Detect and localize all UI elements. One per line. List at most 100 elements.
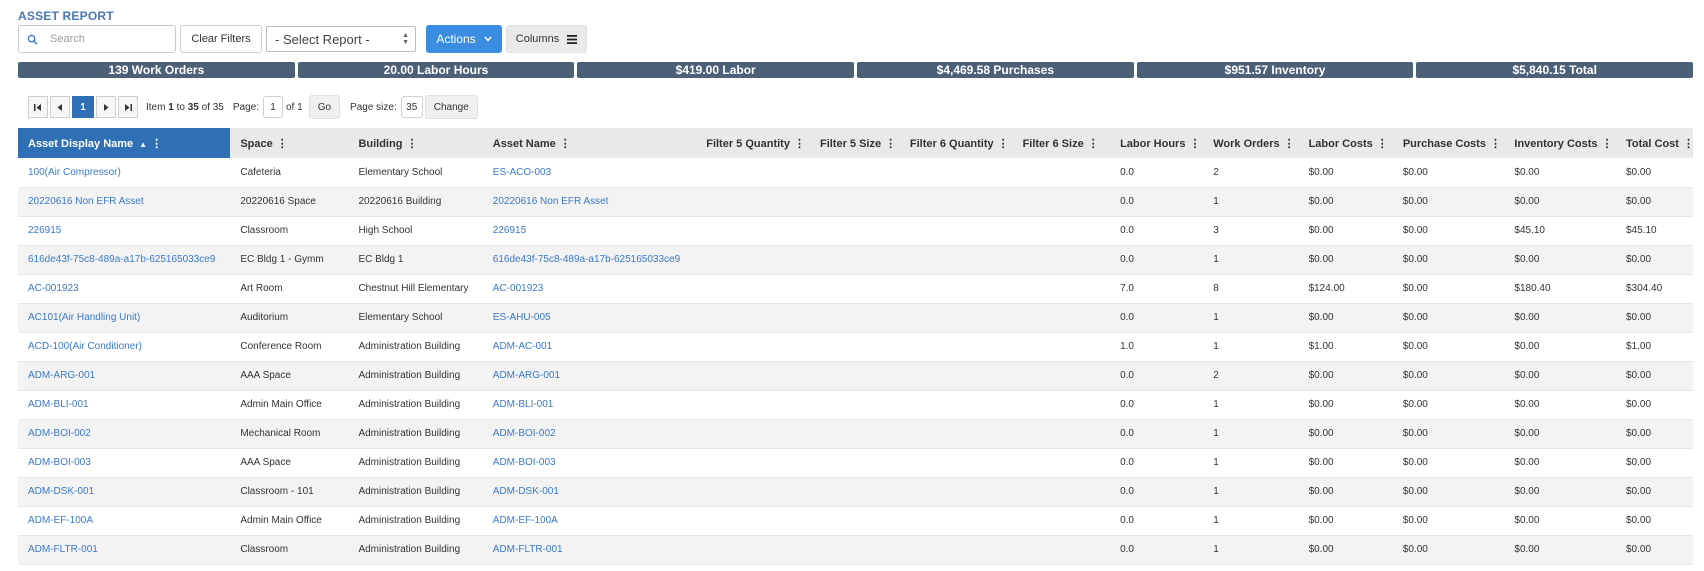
column-header-work-orders[interactable]: Work Orders ⋮ bbox=[1203, 128, 1299, 158]
cell-work-orders: 1 bbox=[1203, 390, 1299, 420]
column-header-filter-5-quantity[interactable]: Filter 5 Quantity ⋮ bbox=[696, 128, 810, 158]
cell-asset-display-name[interactable]: 100(Air Compressor) bbox=[18, 158, 231, 188]
cell-asset-name[interactable]: ADM-BOI-002 bbox=[482, 419, 697, 449]
dropdown-caret-icon: ▲ ▼ bbox=[402, 32, 409, 46]
cell-asset-name[interactable]: ADM-AC-001 bbox=[482, 332, 697, 362]
cell-asset-display-name[interactable]: 616de43f-75c8-489a-a17b-625165033ce9 bbox=[18, 245, 231, 275]
column-menu-icon[interactable]: ⋮ bbox=[885, 138, 896, 150]
cell-inventory-costs: $0.00 bbox=[1504, 448, 1616, 478]
page-number-input[interactable] bbox=[263, 96, 283, 118]
cell-filter-5-size bbox=[809, 274, 900, 304]
cell-asset-display-name[interactable]: ADM-ARG-001 bbox=[18, 361, 231, 391]
column-header-filter-6-size[interactable]: Filter 6 Size ⋮ bbox=[1012, 128, 1111, 158]
cell-asset-name[interactable]: ADM-DSK-001 bbox=[482, 477, 697, 507]
next-page-icon bbox=[104, 103, 109, 111]
cell-asset-display-name[interactable]: ADM-BOI-003 bbox=[18, 448, 231, 478]
page-size-input[interactable] bbox=[400, 96, 423, 118]
column-menu-icon[interactable]: ⋮ bbox=[1189, 138, 1200, 150]
sort-ascending-icon[interactable]: ▲ bbox=[139, 140, 147, 149]
clear-filters-button[interactable]: Clear Filters bbox=[180, 25, 262, 53]
search-box[interactable] bbox=[18, 25, 176, 53]
cell-asset-display-name[interactable]: ADM-EF-100A bbox=[18, 506, 231, 536]
cell-filter-5-size bbox=[809, 245, 900, 275]
column-menu-icon[interactable]: ⋮ bbox=[277, 138, 288, 150]
cell-purchase-costs: $0.00 bbox=[1392, 448, 1505, 478]
column-menu-icon[interactable]: ⋮ bbox=[794, 138, 805, 150]
change-button[interactable]: Change bbox=[424, 95, 478, 119]
column-menu-icon[interactable]: ⋮ bbox=[151, 138, 162, 150]
cell-asset-display-name[interactable]: 226915 bbox=[18, 216, 231, 246]
first-page-button[interactable] bbox=[28, 96, 48, 118]
column-header-inventory-costs[interactable]: Inventory Costs ⋮ bbox=[1504, 128, 1616, 158]
chevron-down-icon bbox=[484, 36, 492, 42]
column-menu-icon[interactable]: ⋮ bbox=[1602, 138, 1613, 150]
next-page-button[interactable] bbox=[96, 96, 116, 118]
last-page-button[interactable] bbox=[118, 96, 138, 118]
go-button[interactable]: Go bbox=[308, 95, 341, 119]
cell-asset-display-name[interactable]: ADM-BOI-002 bbox=[18, 419, 231, 449]
cell-asset-display-name[interactable]: ADM-FLTR-001 bbox=[18, 535, 231, 565]
table-row: ADM-BLI-001 Admin Main Office Administrati… bbox=[18, 390, 1693, 420]
cell-asset-display-name[interactable]: ADM-BLI-001 bbox=[18, 390, 231, 420]
cell-labor-costs: $0.00 bbox=[1298, 448, 1393, 478]
actions-button[interactable]: Actions bbox=[426, 25, 502, 53]
cell-inventory-costs: $0.00 bbox=[1504, 245, 1616, 275]
select-report-dropdown[interactable]: - Select Report - ▲ ▼ bbox=[266, 26, 416, 52]
prev-page-button[interactable] bbox=[50, 96, 70, 118]
column-header-building[interactable]: Building ⋮ bbox=[348, 128, 483, 158]
cell-building: Administration Building bbox=[348, 332, 483, 362]
cell-asset-display-name[interactable]: AC101(Air Handling Unit) bbox=[18, 303, 231, 333]
cell-asset-name[interactable]: ADM-BOI-003 bbox=[482, 448, 697, 478]
cell-space: Classroom bbox=[230, 535, 349, 565]
column-header-labor-costs[interactable]: Labor Costs ⋮ bbox=[1298, 128, 1393, 158]
column-menu-icon[interactable]: ⋮ bbox=[1088, 138, 1099, 150]
column-header-filter-5-size[interactable]: Filter 5 Size ⋮ bbox=[809, 128, 900, 158]
search-input[interactable] bbox=[48, 32, 168, 46]
cell-asset-name[interactable]: 20220616 Non EFR Asset bbox=[482, 187, 697, 217]
cell-asset-display-name[interactable]: ADM-DSK-001 bbox=[18, 477, 231, 507]
columns-button[interactable]: Columns bbox=[506, 25, 587, 53]
column-header-space[interactable]: Space ⋮ bbox=[230, 128, 349, 158]
cell-asset-name[interactable]: AC-001923 bbox=[482, 274, 697, 304]
column-header-labor-hours[interactable]: Labor Hours ⋮ bbox=[1110, 128, 1204, 158]
cell-inventory-costs: $0.00 bbox=[1504, 303, 1616, 333]
cell-asset-name[interactable]: ADM-BLI-001 bbox=[482, 390, 697, 420]
cell-asset-display-name[interactable]: 20220616 Non EFR Asset bbox=[18, 187, 231, 217]
cell-labor-hours: 0.0 bbox=[1110, 187, 1204, 217]
cell-total-cost: $304.40 bbox=[1616, 274, 1693, 304]
current-page-button[interactable]: 1 bbox=[72, 96, 94, 118]
cell-filter-5-quantity bbox=[696, 158, 810, 188]
cell-asset-name[interactable]: ADM-EF-100A bbox=[482, 506, 697, 536]
cell-asset-name[interactable]: ADM-FLTR-001 bbox=[482, 535, 697, 565]
cell-asset-name[interactable]: ES-AHU-005 bbox=[482, 303, 697, 333]
table-row: ADM-DSK-001 Classroom - 101 Administration… bbox=[18, 477, 1693, 507]
column-menu-icon[interactable]: ⋮ bbox=[560, 138, 571, 150]
column-header-label: Purchase Costs bbox=[1402, 137, 1486, 150]
summary-bar: 139 Work Orders 20.00 Labor Hours $419.0… bbox=[18, 62, 1694, 78]
column-header-label: Filter 6 Size bbox=[1022, 137, 1084, 150]
column-menu-icon[interactable]: ⋮ bbox=[998, 138, 1009, 150]
cell-asset-name[interactable]: ADM-ARG-001 bbox=[482, 361, 697, 391]
column-menu-icon[interactable]: ⋮ bbox=[1683, 138, 1693, 150]
cell-filter-5-quantity bbox=[696, 332, 810, 362]
cell-asset-name[interactable]: 226915 bbox=[482, 216, 697, 246]
column-header-filter-6-quantity[interactable]: Filter 6 Quantity ⋮ bbox=[899, 128, 1013, 158]
column-menu-icon[interactable]: ⋮ bbox=[1284, 138, 1295, 150]
cell-building: 20220616 Building bbox=[348, 187, 483, 217]
column-menu-icon[interactable]: ⋮ bbox=[1377, 138, 1388, 150]
cell-filter-6-quantity bbox=[899, 187, 1013, 217]
cell-purchase-costs: $0.00 bbox=[1392, 187, 1505, 217]
column-header-purchase-costs[interactable]: Purchase Costs ⋮ bbox=[1392, 128, 1505, 158]
cell-total-cost: $0.00 bbox=[1616, 448, 1693, 478]
cell-asset-display-name[interactable]: ACD-100(Air Conditioner) bbox=[18, 332, 231, 362]
cell-total-cost: $0.00 bbox=[1616, 535, 1693, 565]
column-header-asset-display-name[interactable]: Asset Display Name ▲ ⋮ bbox=[18, 128, 231, 158]
cell-filter-5-quantity bbox=[696, 303, 810, 333]
cell-asset-name[interactable]: 616de43f-75c8-489a-a17b-625165033ce9 bbox=[482, 245, 697, 275]
cell-asset-name[interactable]: ES-ACO-003 bbox=[482, 158, 697, 188]
column-header-asset-name[interactable]: Asset Name ⋮ bbox=[482, 128, 697, 158]
column-menu-icon[interactable]: ⋮ bbox=[1490, 138, 1501, 150]
cell-asset-display-name[interactable]: AC-001923 bbox=[18, 274, 231, 304]
column-menu-icon[interactable]: ⋮ bbox=[406, 138, 417, 150]
column-header-total-cost[interactable]: Total Cost ⋮ bbox=[1616, 128, 1693, 158]
